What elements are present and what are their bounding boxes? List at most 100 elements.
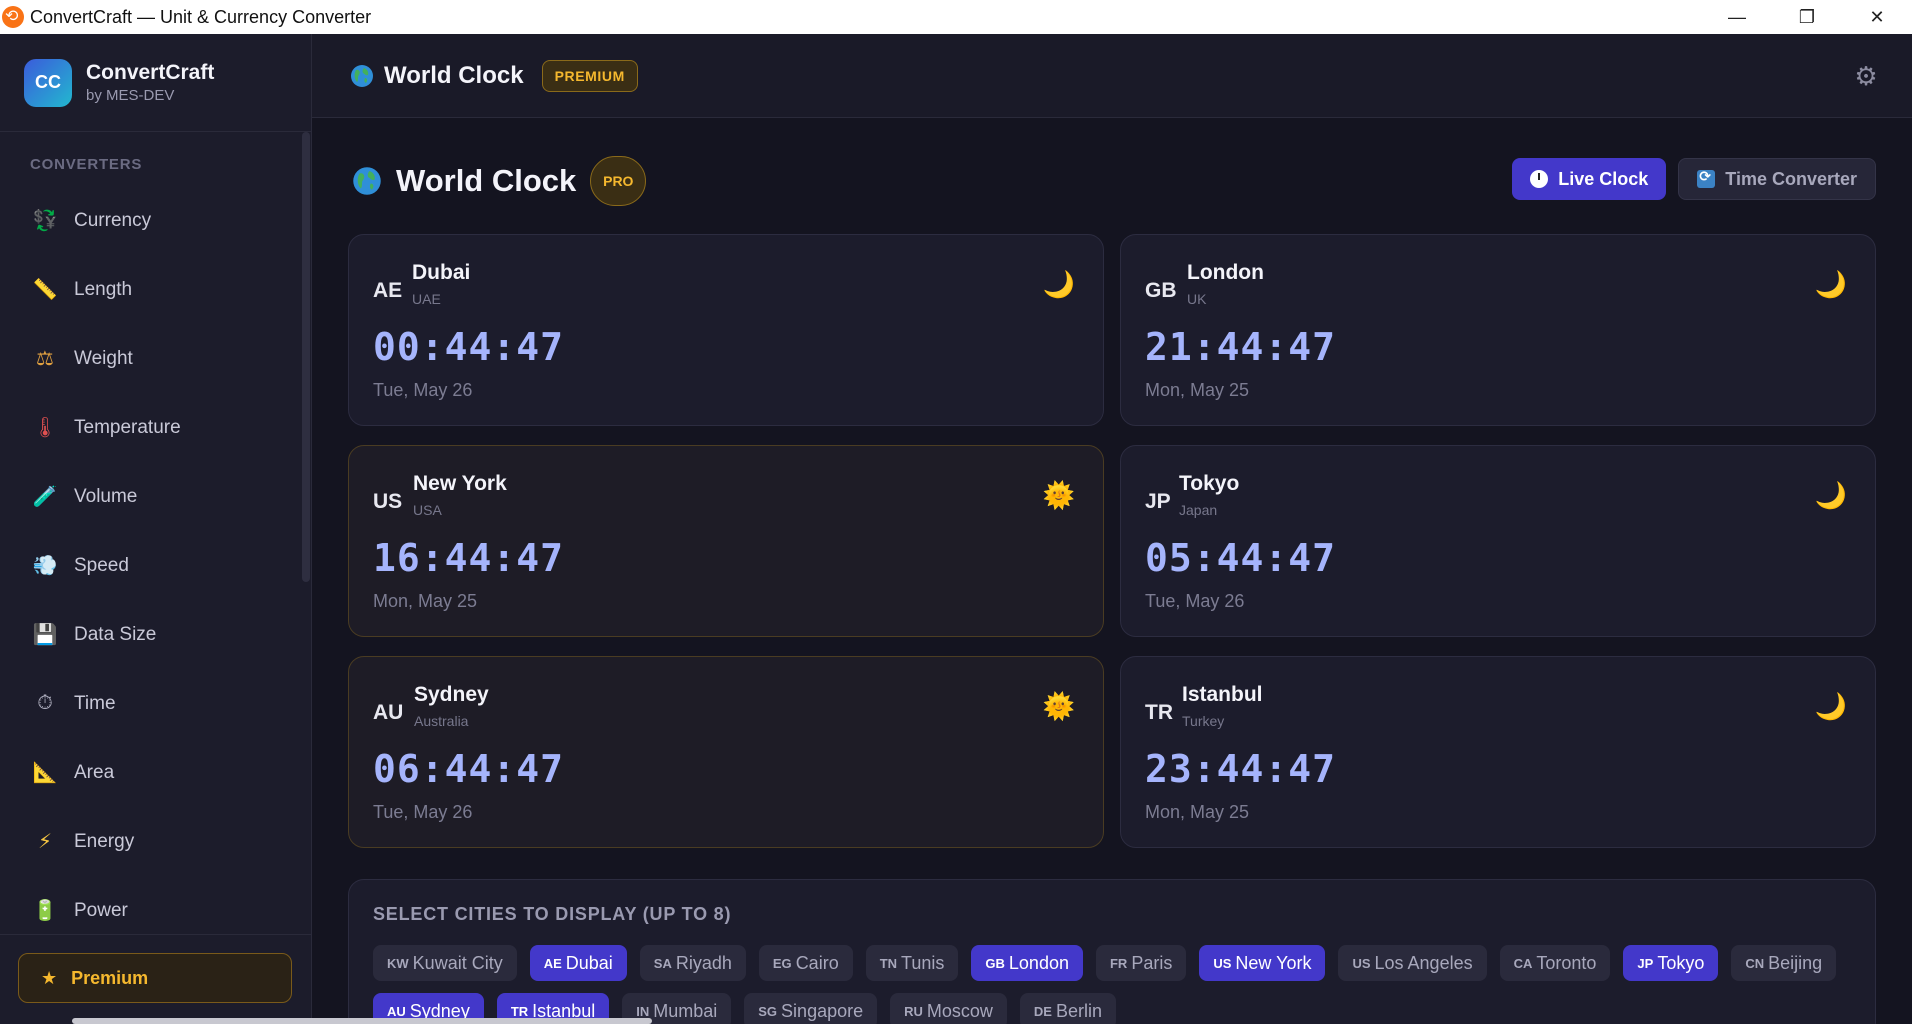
moon-icon: 🌙 (1814, 691, 1847, 721)
city-chip-tokyo[interactable]: JP Tokyo (1623, 945, 1719, 981)
refresh-icon (1697, 168, 1716, 188)
sidebar-item-data-size[interactable]: 💾 Data Size (0, 600, 311, 669)
country-code: JP (1145, 490, 1171, 513)
city-selector: SELECT CITIES TO DISPLAY (UP TO 8) KW Kuw… (348, 879, 1876, 1024)
sidebar-item-currency[interactable]: 💱 Currency (0, 186, 311, 255)
city-chip-dubai[interactable]: AE Dubai (529, 945, 627, 981)
country-code: US (373, 490, 403, 513)
clock-time: 16:44:47 (373, 536, 565, 580)
nav-heading: CONVERTERS (30, 156, 143, 173)
page-title: World Clock (384, 61, 524, 89)
globe-icon (351, 64, 373, 87)
city-chip-paris[interactable]: FR Paris (1095, 945, 1187, 981)
moon-icon: 🌙 (1814, 269, 1847, 299)
app-icon (2, 6, 24, 28)
chip-label: Berlin (1055, 1000, 1103, 1021)
sidebar-item-volume[interactable]: 🧪 Volume (0, 462, 311, 531)
premium-button[interactable]: ★ Premium (18, 953, 292, 1003)
chip-code: RU (904, 1003, 923, 1019)
window-title: ConvertCraft — Unit & Currency Converter (30, 6, 372, 27)
sidebar-item-label: Volume (74, 485, 138, 507)
star-icon: ★ (41, 967, 58, 988)
clock-time: 21:44:47 (1145, 325, 1337, 369)
city-chip-singapore[interactable]: SG Singapore (744, 993, 878, 1024)
chip-code: AE (543, 955, 562, 971)
sun-icon: 🌞 (1042, 480, 1075, 510)
clock-card-london: GB London UK 🌙 21:44:47 Mon, May 25 (1120, 234, 1876, 426)
city-selector-heading: SELECT CITIES TO DISPLAY (UP TO 8) (373, 904, 732, 924)
floppy-disk-icon: 💾 (32, 624, 58, 646)
restore-button[interactable]: ❐ (1772, 0, 1842, 34)
chip-label: Tunis (901, 952, 945, 973)
battery-icon: 🔋 (32, 900, 58, 922)
sun-icon: 🌞 (1042, 691, 1075, 721)
clock-date: Mon, May 25 (1145, 380, 1250, 400)
clock-icon (1530, 170, 1549, 188)
scales-icon: ⚖ (36, 348, 54, 370)
city-chip-kuwait-city[interactable]: KW Kuwait City (373, 945, 517, 981)
horizontal-scrollbar[interactable] (72, 1018, 652, 1024)
tab-time-converter[interactable]: Time Converter (1678, 158, 1876, 200)
country-code: AE (373, 279, 403, 302)
chip-code: SG (758, 1003, 778, 1019)
city-name: Sydney (414, 683, 489, 706)
stopwatch-icon: ⏱ (37, 692, 53, 714)
city-chip-new-york[interactable]: US New York (1199, 945, 1326, 981)
sidebar-item-label: Data Size (74, 623, 157, 645)
country-name: UAE (412, 291, 441, 307)
chip-label: Singapore (781, 1000, 864, 1021)
city-chip-beijing[interactable]: CN Beijing (1731, 945, 1837, 981)
gear-icon[interactable]: ⚙ (1852, 62, 1880, 90)
pro-badge: PRO (590, 156, 647, 206)
tab-live-clock[interactable]: Live Clock (1512, 158, 1667, 200)
clock-time: 06:44:47 (373, 747, 565, 791)
window-controls: — ❐ ✕ (1702, 0, 1912, 34)
city-chip-riyadh[interactable]: SA Riyadh (639, 945, 746, 981)
sidebar-item-label: Temperature (74, 416, 181, 438)
country-code: AU (373, 701, 404, 724)
tab-label: Time Converter (1725, 168, 1857, 189)
chip-label: Riyadh (675, 952, 732, 973)
city-chip-cairo[interactable]: EG Cairo (758, 945, 853, 981)
ruler-icon: 📏 (32, 279, 58, 301)
sidebar-item-label: Currency (74, 209, 152, 231)
city-chip-london[interactable]: GB London (971, 945, 1083, 981)
clock-time: 23:44:47 (1145, 747, 1337, 791)
sidebar-item-speed[interactable]: 💨 Speed (0, 531, 311, 600)
divider (0, 934, 312, 935)
sidebar-scrollbar[interactable] (302, 132, 310, 582)
brand-name: ConvertCraft (86, 61, 215, 84)
sidebar: CC ConvertCraft by MES-DEV CONVERTERS 💱 … (0, 34, 312, 1024)
city-chip-tunis[interactable]: TN Tunis (865, 945, 959, 981)
city-chip-los-angeles[interactable]: US Los Angeles (1338, 945, 1487, 981)
chip-label: Paris (1131, 952, 1173, 973)
tab-label: Live Clock (1558, 168, 1649, 189)
sidebar-item-energy[interactable]: ⚡ Energy (0, 807, 311, 876)
city-chip-moscow[interactable]: RU Moscow (890, 993, 1007, 1024)
close-button[interactable]: ✕ (1842, 0, 1912, 34)
currency-exchange-icon: 💱 (32, 210, 58, 232)
chip-code: DE (1033, 1003, 1052, 1019)
chip-code: TN (879, 955, 898, 971)
minimize-button[interactable]: — (1702, 0, 1772, 34)
sidebar-item-area[interactable]: 📐 Area (0, 738, 311, 807)
brand-logo: CC (24, 58, 72, 107)
premium-badge: PREMIUM (541, 59, 638, 92)
sidebar-item-length[interactable]: 📏 Length (0, 255, 311, 324)
chip-label: Mumbai (653, 1000, 718, 1021)
thermometer-icon: 🌡 (32, 417, 58, 439)
city-name: London (1187, 261, 1264, 284)
country-code: GB (1145, 279, 1177, 302)
chip-code: CN (1745, 955, 1765, 971)
sidebar-item-label: Time (74, 692, 116, 714)
city-chip-berlin[interactable]: DE Berlin (1019, 993, 1117, 1024)
chip-code: EG (772, 955, 792, 971)
city-chip-toronto[interactable]: CA Toronto (1499, 945, 1611, 981)
sidebar-item-temperature[interactable]: 🌡 Temperature (0, 393, 311, 462)
sidebar-item-time[interactable]: ⏱ Time (0, 669, 311, 738)
sidebar-item-weight[interactable]: ⚖ Weight (0, 324, 311, 393)
chip-label: Dubai (565, 952, 613, 973)
moon-icon: 🌙 (1042, 269, 1075, 299)
main-content: World Clock PRO Live Clock Time Converte… (312, 118, 1912, 1024)
globe-icon (353, 167, 381, 195)
